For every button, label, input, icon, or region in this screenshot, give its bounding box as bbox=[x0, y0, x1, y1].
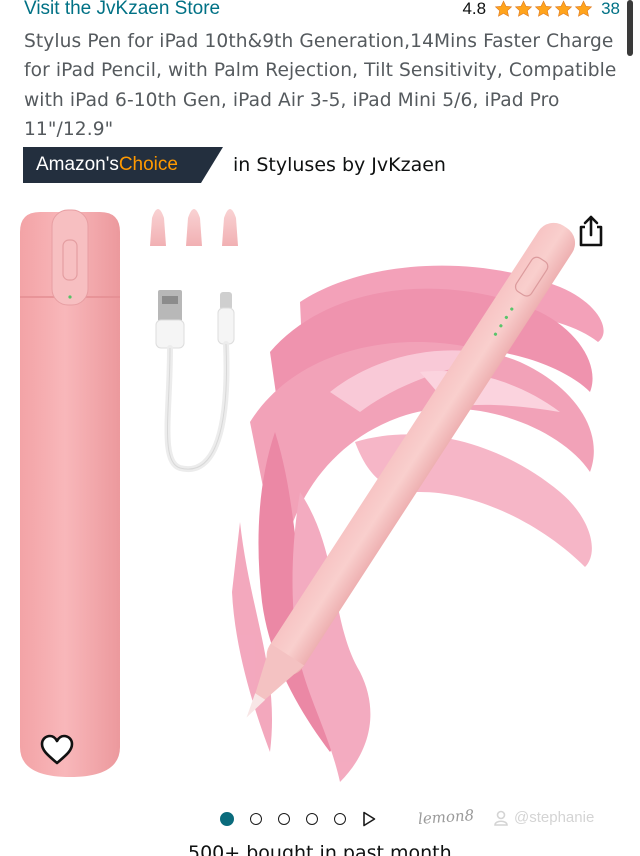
carousel-dot[interactable] bbox=[278, 813, 290, 825]
star-icon bbox=[494, 0, 513, 17]
star-icon bbox=[574, 0, 593, 17]
product-photo bbox=[20, 209, 604, 782]
watermark-user: @stephanie bbox=[494, 809, 594, 826]
amazons-choice-badge[interactable]: Amazon's Choice bbox=[23, 147, 223, 183]
scrollbar[interactable] bbox=[627, 0, 633, 56]
amazons-choice-row: Amazon's Choice in Styluses by JvKzaen bbox=[23, 147, 446, 183]
product-title: Stylus Pen for iPad 10th&9th Generation,… bbox=[24, 31, 617, 141]
badge-choice: Choice bbox=[118, 154, 178, 175]
rating-summary[interactable]: 4.8 38 bbox=[462, 0, 620, 19]
carousel-dot[interactable] bbox=[220, 812, 234, 826]
watermark-username: @stephanie bbox=[514, 809, 595, 826]
share-icon bbox=[579, 215, 603, 247]
play-icon[interactable] bbox=[362, 811, 376, 827]
carousel-dot[interactable] bbox=[250, 813, 262, 825]
store-link[interactable]: Visit the JvKzaen Store bbox=[24, 0, 220, 20]
rating-stars bbox=[494, 0, 593, 18]
bought-in-past-month: 500+ bought in past month bbox=[188, 842, 452, 856]
share-button[interactable] bbox=[572, 212, 610, 250]
heart-icon bbox=[40, 734, 74, 765]
carousel-dot[interactable] bbox=[334, 813, 346, 825]
wishlist-button[interactable] bbox=[37, 730, 77, 770]
user-icon bbox=[494, 810, 508, 826]
rating-count[interactable]: 38 bbox=[601, 0, 620, 19]
watermark-logo: lemon8 bbox=[417, 806, 475, 828]
store-row: Visit the JvKzaen Store 4.8 38 bbox=[24, 0, 620, 22]
star-icon bbox=[534, 0, 553, 17]
rating-value: 4.8 bbox=[462, 0, 487, 18]
badge-caption[interactable]: in Styluses by JvKzaen bbox=[233, 154, 446, 176]
paint-splash bbox=[232, 265, 604, 782]
product-image[interactable] bbox=[0, 192, 640, 792]
usb-cable bbox=[155, 290, 235, 473]
spare-tips bbox=[150, 209, 238, 246]
star-icon bbox=[514, 0, 533, 17]
image-carousel-dots[interactable] bbox=[220, 808, 376, 830]
pencil-case bbox=[20, 209, 120, 777]
star-icon bbox=[554, 0, 573, 17]
product-page: Visit the JvKzaen Store 4.8 38 Stylus Pe… bbox=[0, 0, 640, 856]
carousel-dot[interactable] bbox=[306, 813, 318, 825]
badge-brand: Amazon's bbox=[36, 154, 119, 175]
